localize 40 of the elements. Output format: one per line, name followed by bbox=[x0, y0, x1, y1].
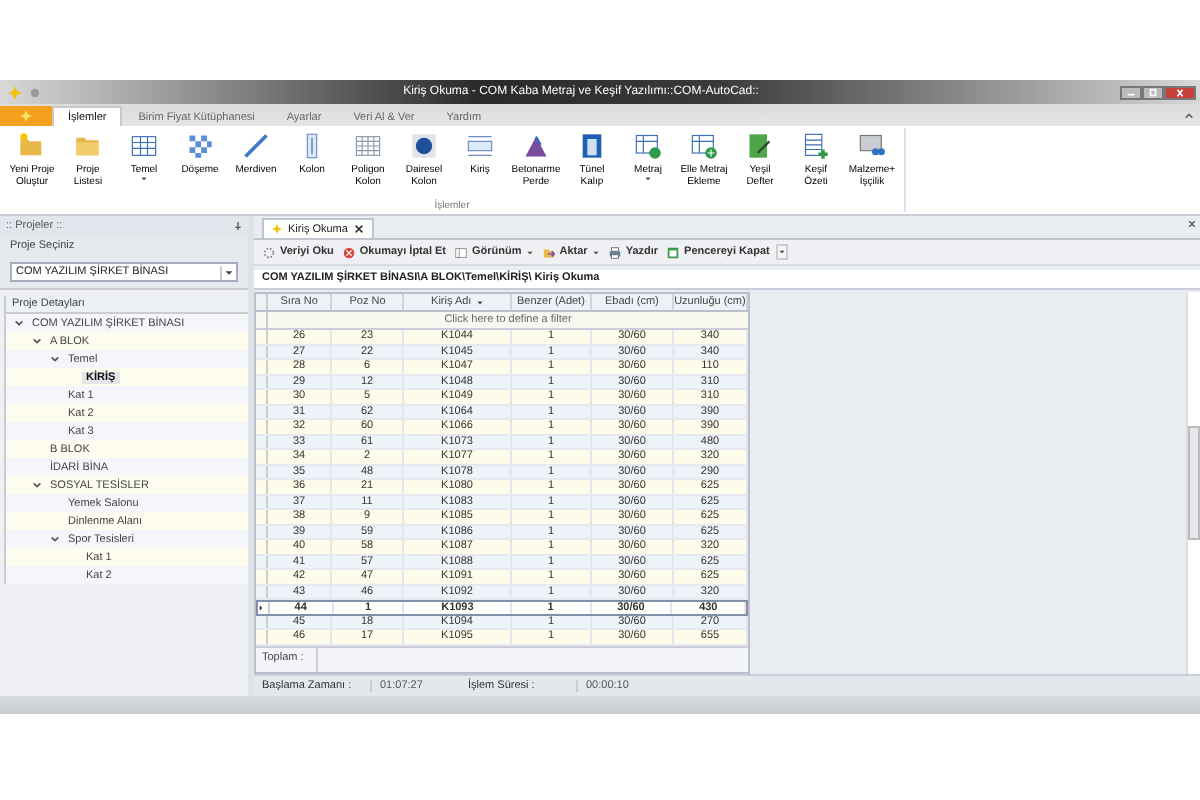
frame-icon bbox=[578, 132, 606, 160]
diagonal-line-icon bbox=[242, 132, 270, 160]
table-icon bbox=[354, 132, 382, 160]
notebook-icon bbox=[746, 132, 774, 160]
collapse-ribbon-icon[interactable] bbox=[1184, 112, 1194, 120]
table-check-icon bbox=[634, 132, 662, 160]
close-button[interactable] bbox=[1164, 85, 1196, 99]
close-icon[interactable] bbox=[353, 224, 364, 234]
expander-icon[interactable] bbox=[14, 318, 24, 328]
export-icon bbox=[541, 245, 556, 259]
spinner-icon bbox=[262, 245, 276, 259]
star-icon bbox=[272, 224, 282, 234]
cancel-icon bbox=[341, 245, 356, 259]
maximize-button[interactable] bbox=[1142, 85, 1164, 99]
table-icon bbox=[130, 132, 158, 160]
maximize-icon bbox=[1144, 87, 1162, 97]
expander-icon[interactable] bbox=[32, 480, 42, 490]
beam-icon bbox=[466, 132, 494, 160]
caret-icon bbox=[777, 246, 786, 258]
triangle-icon bbox=[522, 132, 550, 160]
checkered-icon bbox=[186, 132, 214, 160]
folder-star-icon bbox=[18, 132, 46, 160]
layout-icon bbox=[454, 245, 469, 259]
dropdown-icon bbox=[220, 265, 236, 279]
pin-icon[interactable] bbox=[234, 222, 242, 230]
window-icon bbox=[666, 245, 681, 259]
row-indicator-icon bbox=[258, 603, 264, 612]
expander-icon[interactable] bbox=[50, 354, 60, 364]
monitor-people-icon bbox=[858, 132, 886, 160]
table-plus-icon bbox=[690, 132, 718, 160]
expander-icon[interactable] bbox=[32, 336, 42, 346]
printer-icon bbox=[607, 245, 622, 259]
minimize-button[interactable] bbox=[1120, 85, 1142, 99]
toolbar-options-button[interactable] bbox=[775, 244, 788, 260]
folder-icon bbox=[74, 132, 102, 160]
close-icon[interactable] bbox=[1188, 220, 1196, 228]
circle-icon bbox=[410, 132, 438, 160]
expander-icon[interactable] bbox=[50, 534, 60, 544]
scrollbar[interactable] bbox=[1186, 292, 1200, 674]
sheet-plus-icon bbox=[802, 132, 830, 160]
